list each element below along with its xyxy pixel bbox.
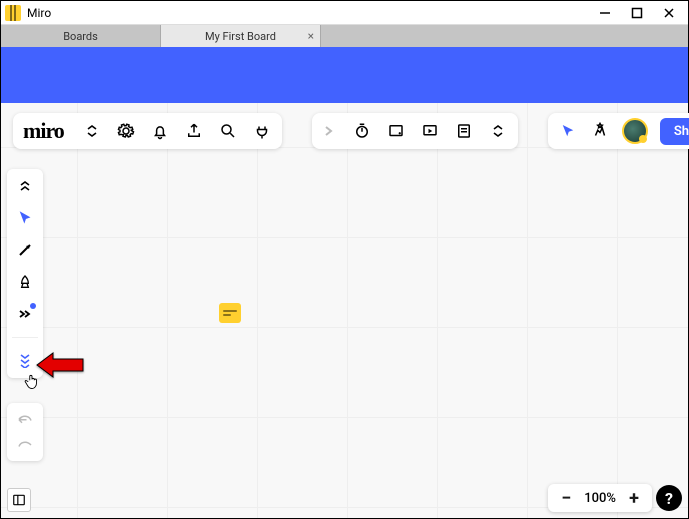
more-icon[interactable] [488, 121, 508, 141]
sticky-line [223, 310, 237, 312]
zoom-cluster: − 100% + ? [548, 484, 682, 512]
zoom-in-button[interactable]: + [624, 488, 644, 508]
close-icon[interactable]: × [308, 29, 314, 43]
timer-icon[interactable] [352, 121, 372, 141]
minimize-button[interactable] [598, 6, 612, 20]
avatar[interactable] [622, 118, 648, 144]
miro-logo[interactable]: miro [23, 118, 64, 144]
frame-icon[interactable] [386, 121, 406, 141]
tab-boards[interactable]: Boards [1, 25, 161, 47]
maximize-button[interactable] [630, 6, 644, 20]
zoom-out-button[interactable]: − [556, 488, 576, 508]
search-icon[interactable] [218, 121, 238, 141]
collapse-up-icon[interactable] [13, 175, 37, 197]
header-banner [1, 47, 688, 103]
toolbar-card-right: Share [548, 113, 689, 149]
share-button[interactable]: Share [660, 118, 689, 145]
bell-icon[interactable] [150, 121, 170, 141]
tab-label: My First Board [205, 30, 276, 43]
tab-label: Boards [63, 30, 98, 43]
help-button[interactable]: ? [656, 485, 682, 511]
toolbar-card-middle [312, 113, 518, 149]
canvas-area[interactable]: miro [1, 103, 688, 518]
window-controls [598, 6, 684, 20]
plug-icon[interactable] [252, 121, 272, 141]
window-titlebar: Miro [1, 1, 688, 25]
select-tool[interactable] [13, 207, 37, 229]
zoom-card: − 100% + [548, 484, 652, 512]
board-menu-icon[interactable] [82, 121, 102, 141]
top-toolbar-row: miro [13, 113, 676, 149]
toolbar-card-left: miro [13, 113, 282, 149]
cursor-follow-icon[interactable] [558, 121, 578, 141]
notes-icon[interactable] [454, 121, 474, 141]
window-title: Miro [27, 6, 598, 20]
notification-dot [30, 303, 36, 309]
tab-my-first-board[interactable]: My First Board × [161, 25, 321, 47]
canvas-grid [1, 103, 688, 518]
red-arrow-annotation [35, 351, 85, 379]
redo-icon[interactable] [15, 435, 35, 455]
apps-more-icon[interactable] [13, 350, 37, 372]
gear-icon[interactable] [116, 121, 136, 141]
left-toolbar [7, 169, 43, 378]
shapes-more-icon[interactable] [13, 303, 37, 325]
miro-app-icon [5, 5, 21, 21]
export-icon[interactable] [184, 121, 204, 141]
panel-toggle-button[interactable] [7, 488, 31, 512]
close-button[interactable] [662, 6, 676, 20]
present-icon[interactable] [420, 121, 440, 141]
separator [12, 337, 37, 338]
pen-tool[interactable] [13, 271, 37, 293]
sticky-line [223, 314, 231, 316]
undo-icon[interactable] [15, 409, 35, 429]
tab-bar: Boards My First Board × [1, 25, 688, 47]
line-tool[interactable] [13, 239, 37, 261]
reactions-icon[interactable] [590, 121, 610, 141]
chevron-right-icon[interactable] [318, 121, 338, 141]
zoom-value[interactable]: 100% [584, 491, 616, 506]
undo-redo-card [7, 403, 43, 461]
sticky-note[interactable] [219, 303, 241, 323]
